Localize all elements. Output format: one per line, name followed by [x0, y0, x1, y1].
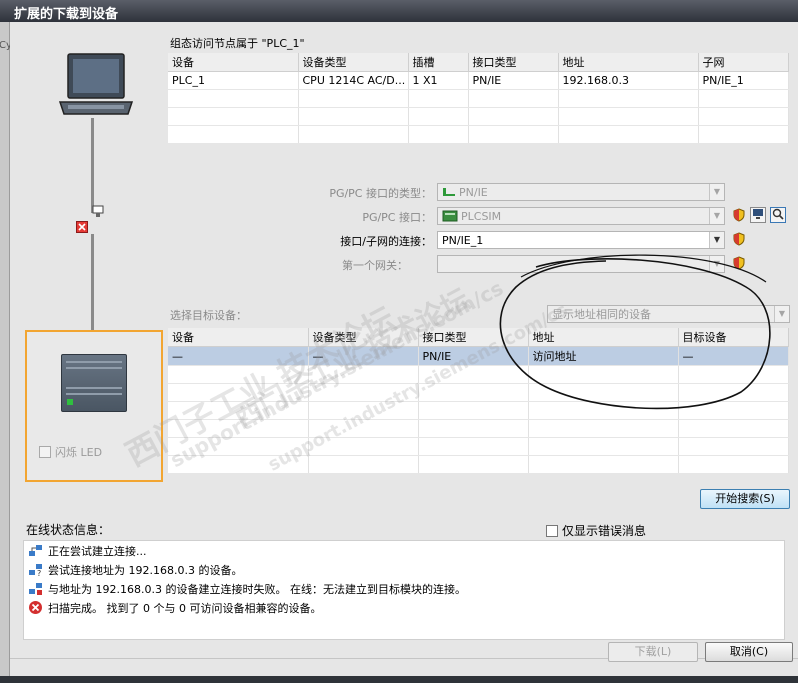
subnet-connection-label: 接口/子网的连接： — [340, 235, 432, 248]
network-interface-icon — [443, 188, 455, 196]
svg-text:?: ? — [37, 569, 41, 577]
col-device-type: 设备类型 — [298, 53, 409, 72]
only-errors-label: 仅显示错误消息 — [562, 524, 647, 538]
chevron-down-icon[interactable]: ▼ — [709, 208, 724, 224]
error-icon — [29, 601, 42, 614]
list-item: ? 尝试连接地址为 192.168.0.3 的设备。 — [24, 560, 784, 579]
shield-icon[interactable] — [732, 232, 746, 246]
col-address: 地址 — [558, 53, 699, 72]
flash-led-label: 闪烁 LED — [55, 446, 103, 459]
cell-device: — — [168, 346, 309, 366]
plc-device-icon — [61, 354, 127, 412]
col-interface-type: 接口类型 — [468, 53, 559, 72]
network-cable-top — [91, 118, 94, 213]
pgpc-interface-label: PG/PC 接口： — [362, 211, 432, 224]
table-row[interactable]: PLC_1 CPU 1214C AC/D... 1 X1 PN/IE 192.1… — [168, 71, 789, 90]
target-plc-panel: 闪烁 LED — [25, 330, 163, 482]
pgpc-interface-value: PLCSIM — [461, 209, 502, 223]
select-target-label: 选择目标设备： — [170, 309, 247, 322]
col-slot: 插槽 — [408, 53, 469, 72]
network-error-icon — [29, 583, 42, 595]
pgpc-type-label: PG/PC 接口的类型： — [329, 187, 432, 200]
status-message: 尝试连接地址为 192.168.0.3 的设备。 — [48, 564, 243, 577]
table-row — [168, 419, 789, 438]
table-row — [168, 107, 789, 126]
col-device: 设备 — [168, 328, 309, 347]
table-row — [168, 437, 789, 456]
list-item: 与地址为 192.168.0.3 的设备建立连接时失败。 在线：无法建立到目标模… — [24, 579, 784, 598]
cell-device: PLC_1 — [168, 71, 299, 90]
chevron-down-icon[interactable]: ▼ — [709, 184, 724, 200]
list-item: 正在尝试建立连接... — [24, 541, 784, 560]
configured-devices-table: 设备 设备类型 插槽 接口类型 地址 子网 PLC_1 CPU 1214C AC… — [168, 53, 789, 144]
online-status-title: 在线状态信息： — [26, 523, 111, 537]
col-device: 设备 — [168, 53, 299, 72]
pgpc-laptop-icon — [58, 53, 134, 115]
start-search-button[interactable]: 开始搜索(S) — [700, 489, 790, 509]
diagnostics-button[interactable] — [750, 207, 766, 223]
network-port-icon — [92, 205, 104, 217]
configured-table-header: 设备 设备类型 插槽 接口类型 地址 子网 — [168, 53, 789, 72]
download-button[interactable]: 下载(L) — [608, 642, 698, 662]
handdrawn-annotation — [499, 254, 771, 410]
shield-icon[interactable] — [732, 208, 746, 222]
cell-device-type: CPU 1214C AC/D... — [298, 71, 409, 90]
col-subnet: 子网 — [698, 53, 789, 72]
network-connect-icon — [29, 545, 42, 556]
first-gateway-label: 第一个网关： — [342, 259, 408, 272]
status-message: 正在尝试建立连接... — [48, 545, 147, 558]
cell-address: 192.168.0.3 — [558, 71, 699, 90]
status-message: 扫描完成。 找到了 0 个与 0 可访问设备相兼容的设备。 — [48, 602, 322, 615]
only-errors-checkbox-box[interactable] — [546, 524, 558, 537]
pgpc-interface-select[interactable]: PLCSIM ▼ — [437, 207, 725, 225]
window-title-bar: 扩展的下载到设备 — [0, 0, 798, 22]
connection-error-icon — [76, 221, 88, 233]
flash-led-checkbox-box[interactable] — [39, 446, 51, 458]
monitor-icon — [753, 209, 763, 219]
col-device-type: 设备类型 — [308, 328, 419, 347]
network-query-icon: ? — [29, 564, 42, 577]
status-message-list: 正在尝试建立连接... ? 尝试连接地址为 192.168.0.3 的设备。 与… — [23, 540, 785, 640]
chevron-down-icon[interactable]: ▼ — [709, 232, 724, 248]
plcsim-icon — [442, 210, 458, 222]
pgpc-type-select[interactable]: PN/IE ▼ — [437, 183, 725, 201]
subnet-connection-value: PN/IE_1 — [442, 233, 484, 247]
network-cable-bottom — [91, 234, 94, 330]
cancel-button[interactable]: 取消(C) — [705, 642, 793, 662]
table-row — [168, 89, 789, 108]
pgpc-type-value: PN/IE — [459, 185, 488, 199]
background-app-strip: Cy — [0, 22, 12, 683]
flash-led-checkbox[interactable]: 闪烁 LED — [39, 444, 102, 460]
properties-button[interactable] — [770, 207, 786, 223]
cell-slot: 1 X1 — [408, 71, 469, 90]
only-errors-checkbox[interactable]: 仅显示错误消息 — [546, 522, 646, 539]
status-message: 与地址为 192.168.0.3 的设备建立连接时失败。 在线：无法建立到目标模… — [48, 583, 466, 596]
configured-access-title: 组态访问节点属于 "PLC_1" — [170, 37, 305, 50]
taskbar-strip — [0, 676, 798, 683]
cell-subnet: PN/IE_1 — [698, 71, 789, 90]
magnifier-icon — [772, 208, 784, 220]
download-dialog: 闪烁 LED 组态访问节点属于 "PLC_1" 设备 设备类型 插槽 接口类型 … — [10, 22, 798, 683]
table-row — [168, 455, 789, 474]
list-item: 扫描完成。 找到了 0 个与 0 可访问设备相兼容的设备。 — [24, 598, 784, 617]
table-row — [168, 125, 789, 144]
cell-interface-type: PN/IE — [468, 71, 559, 90]
window-title: 扩展的下载到设备 — [14, 7, 119, 22]
cell-device-type: — — [308, 346, 419, 366]
